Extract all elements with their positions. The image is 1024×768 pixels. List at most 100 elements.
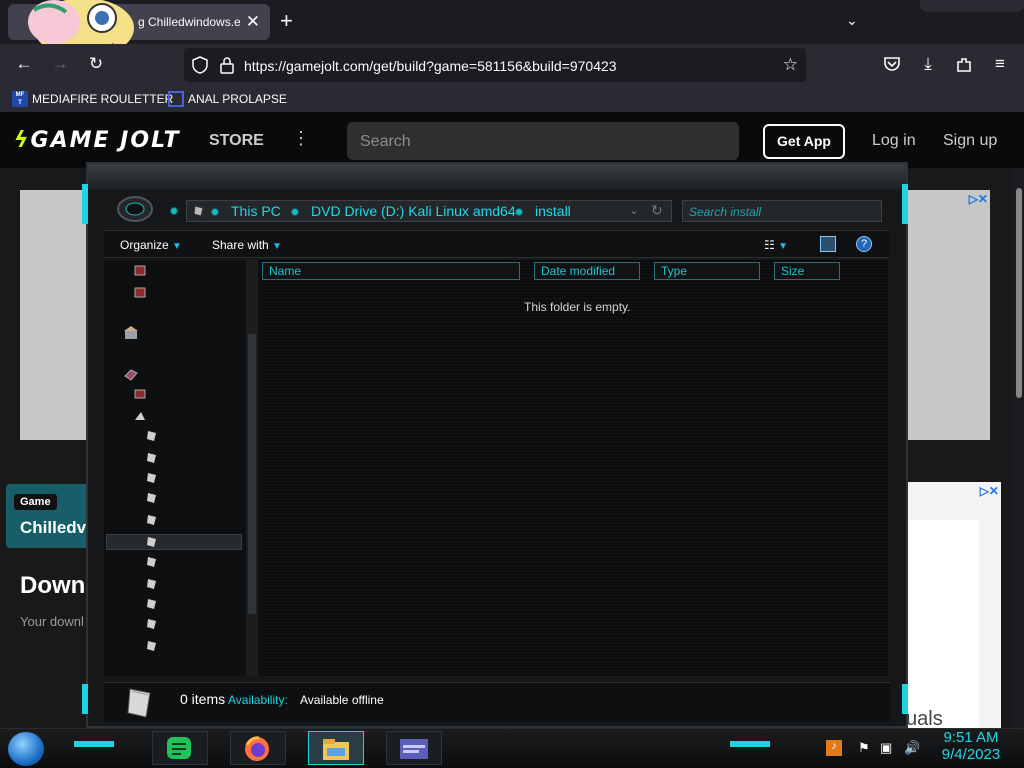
advertisement-side[interactable]: ▷✕ [903,482,1001,728]
new-tab-button[interactable]: + [280,10,293,32]
details-pane: 0 items Availability: Available offline [104,682,890,722]
get-app-button[interactable]: Get App [763,124,845,159]
window-title-edge [920,0,1024,12]
browser-nav-bar: ← → ↻ https://gamejolt.com/get/build?gam… [0,44,1024,86]
address-dropdown-chevron-icon[interactable]: ⌄ [629,203,639,217]
explorer-search-input[interactable]: Search install [682,200,882,222]
ad-image [903,520,979,728]
breadcrumb-install[interactable]: install [535,203,571,219]
action-center-flag-icon[interactable]: ⚑ [858,740,870,756]
dvd-drive-icon[interactable] [134,410,146,422]
nav-folder-icon[interactable] [146,514,158,526]
nav-folder-icon[interactable] [146,598,158,610]
store-link[interactable]: STORE [209,132,264,150]
taskbar-app-window[interactable] [386,731,442,765]
taskbar: ♪ ⚑ ▣ 🔊 9:51 AM 9/4/2023 [0,728,1024,768]
nav-drive-icon[interactable] [134,388,146,400]
nav-dot-icon [170,207,178,215]
breadcrumb-dvd-drive[interactable]: DVD Drive (D:) Kali Linux amd64 [311,203,516,219]
downloads-icon[interactable]: ⤓ [916,54,940,74]
taskbar-accent [74,741,114,747]
scrollbar-thumb[interactable] [248,334,256,614]
search-placeholder: Search install [689,205,762,219]
extensions-icon[interactable] [955,56,973,74]
gamejolt-logo[interactable]: ϟGAME JOLT [14,128,180,153]
share-with-menu[interactable]: Share with ▼ [212,238,282,252]
clock-time: 9:51 AM [943,729,999,746]
login-link[interactable]: Log in [872,132,916,150]
nav-folder-icon[interactable] [134,264,146,276]
nav-folder-icon[interactable] [146,556,158,568]
address-bar[interactable]: https://gamejolt.com/get/build?game=5811… [184,48,806,82]
ad-close-icon[interactable]: ▷✕ [969,192,988,206]
column-header-date[interactable]: Date modified [534,262,640,280]
taskbar-app-explorer[interactable] [308,731,364,765]
bookmark-mediafire[interactable]: MF T MEDIAFIRE ROULETTER [12,91,173,107]
back-forward-orb-icon[interactable] [116,194,154,224]
taskbar-app-notes[interactable] [152,731,208,765]
nav-folder-icon[interactable] [146,536,158,548]
lock-icon[interactable] [220,56,234,74]
search-placeholder: Search [360,133,411,150]
nav-folder-icon[interactable] [146,452,158,464]
homegroup-icon[interactable] [124,326,138,340]
more-options-icon[interactable]: ⋮ [292,128,310,149]
bookmark-label: MEDIAFIRE ROULETTER [32,92,174,106]
nav-folder-icon[interactable] [146,618,158,630]
ad-close-icon[interactable]: ▷✕ [980,484,999,498]
file-list-area[interactable]: Name Date modified Type Size This folder… [260,260,888,676]
help-icon[interactable]: ? [856,236,872,252]
nav-folder-icon[interactable] [146,578,158,590]
column-header-name[interactable]: Name [262,262,520,280]
preview-pane-icon[interactable] [820,236,836,252]
nav-item-selected[interactable] [106,534,242,550]
column-header-size[interactable]: Size [774,262,840,280]
refresh-icon[interactable]: ↻ [651,202,663,219]
view-options-icon[interactable]: ☷ ▼ [764,238,788,252]
tray-app-icon[interactable]: ♪ [826,740,842,756]
tab-close-icon[interactable]: ✕ [246,12,260,32]
browser-tab[interactable]: g Chilledwindows.e ✕ [8,0,270,58]
organize-menu[interactable]: Organize ▼ [120,238,182,252]
scrollbar-thumb[interactable] [1016,188,1022,398]
tracking-shield-icon[interactable] [192,56,208,74]
pocket-icon[interactable] [883,56,901,72]
volume-icon[interactable]: 🔊 [904,740,920,756]
nav-folder-icon[interactable] [134,286,146,298]
nav-folder-icon[interactable] [146,492,158,504]
ad-text-fragment: uals [906,708,943,728]
system-clock[interactable]: 9:51 AM 9/4/2023 [930,729,1012,763]
nav-folder-icon[interactable] [146,472,158,484]
url-text[interactable]: https://gamejolt.com/get/build?game=5811… [244,58,617,74]
gamejolt-search-input[interactable]: Search [347,122,739,160]
nav-folder-icon[interactable] [146,640,158,652]
column-header-type[interactable]: Type [654,262,760,280]
this-pc-icon[interactable] [124,368,138,382]
bookmark-second[interactable]: ANAL PROLAPSE [168,91,287,107]
game-card[interactable]: Game Chilledv [6,484,96,548]
explorer-toolbar: Organize ▼ Share with ▼ ☷ ▼ ? [104,230,890,258]
breadcrumb-this-pc[interactable]: This PC [231,203,281,219]
nav-pane-scrollbar[interactable] [246,260,258,676]
download-heading: Down [20,572,86,599]
breadcrumb-separator-icon [211,208,219,216]
signup-link[interactable]: Sign up [943,132,997,150]
nav-folder-icon[interactable] [146,430,158,442]
availability-label: Availability: [228,693,288,707]
start-button-icon[interactable] [8,732,44,766]
hamburger-menu-icon[interactable]: ≡ [988,54,1012,74]
taskbar-app-firefox[interactable] [230,731,286,765]
address-breadcrumb-bar[interactable]: This PC DVD Drive (D:) Kali Linux amd64 … [186,200,672,222]
list-tabs-chevron-icon[interactable]: ⌄ [846,12,858,29]
share-label: Share with [212,238,269,252]
back-arrow-icon[interactable]: ← [12,54,36,74]
bookmark-star-icon[interactable]: ☆ [783,55,798,75]
taskbar-accent [730,741,770,747]
forward-arrow-icon[interactable]: → [48,54,72,74]
page-scrollbar[interactable] [1014,168,1024,728]
window-top-frame [88,164,906,190]
reload-icon[interactable]: ↻ [84,54,108,74]
clock-date: 9/4/2023 [941,746,1001,763]
network-icon[interactable]: ▣ [880,740,892,756]
file-explorer-icon [323,739,349,760]
